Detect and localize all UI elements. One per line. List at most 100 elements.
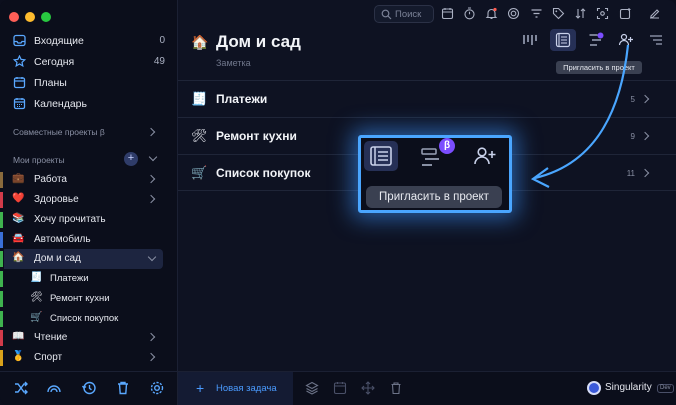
sort-icon[interactable]	[574, 7, 587, 20]
new-task-label: Новая задача	[216, 383, 277, 394]
calendar-icon[interactable]	[333, 381, 347, 395]
filter-icon[interactable]	[530, 7, 543, 20]
settings-icon[interactable]	[149, 380, 165, 396]
sidebar-item-calendar[interactable]: Календарь	[0, 94, 178, 114]
project-emoji: 🏠	[12, 252, 25, 263]
shared-projects-title[interactable]: Совместные проекты β	[13, 127, 105, 137]
invite-user-icon	[474, 147, 496, 165]
zoom-callout: β Пригласить в проект	[358, 135, 512, 213]
project-item-home-garden[interactable]: 🏠 Дом и сад	[0, 249, 163, 269]
focus-icon[interactable]	[507, 7, 520, 20]
layers-icon[interactable]	[305, 381, 319, 395]
sidebar-item-plans[interactable]: Планы	[0, 73, 178, 93]
subproject-label: Ремонт кухни	[50, 293, 110, 304]
chevron-right-icon[interactable]	[146, 174, 156, 184]
subproject-item-kitchen[interactable]: 🛠 Ремонт кухни	[0, 289, 168, 308]
project-item-reading[interactable]: 📖 Чтение	[0, 328, 168, 347]
sidebar-item-label: Входящие	[34, 35, 84, 47]
minimize-window-button[interactable]	[25, 12, 35, 22]
sidebar-item-count: 49	[153, 56, 165, 67]
project-label: Работа	[34, 174, 67, 185]
new-window-icon[interactable]	[619, 7, 632, 20]
logo-icon	[587, 381, 601, 395]
project-item-sport[interactable]: 🥇 Спорт	[0, 348, 168, 367]
zoom-invite-button	[467, 141, 503, 171]
project-color-bar	[0, 232, 3, 248]
chevron-down-icon[interactable]	[147, 252, 157, 262]
project-emoji: 🚘	[12, 233, 25, 244]
maximize-window-button[interactable]	[41, 12, 51, 22]
menu-icon[interactable]	[648, 32, 664, 48]
task-emoji: 🛒	[191, 165, 208, 180]
add-project-button[interactable]: +	[124, 152, 138, 166]
chevron-right-icon[interactable]	[146, 332, 156, 342]
chevron-right-icon[interactable]	[146, 352, 156, 362]
project-color-bar	[0, 192, 3, 208]
close-window-button[interactable]	[9, 12, 19, 22]
screenshot-icon[interactable]	[596, 7, 609, 20]
chevron-down-icon[interactable]	[148, 152, 158, 162]
star-icon	[13, 55, 26, 68]
calendar-icon[interactable]	[441, 7, 454, 20]
sync-icon[interactable]	[46, 380, 62, 396]
task-label: Список покупок	[216, 166, 311, 180]
shuffle-icon[interactable]	[13, 380, 29, 396]
pointer-arrow	[530, 44, 630, 188]
subproject-item-shopping[interactable]: 🛒 Список покупок	[0, 309, 168, 328]
subproject-emoji: 🛒	[30, 312, 43, 323]
sidebar: Входящие 0 Сегодня 49 Планы Календарь Со…	[0, 0, 178, 405]
project-item-car[interactable]: 🚘 Автомобиль	[0, 230, 168, 249]
project-color-bar	[0, 212, 3, 228]
search-icon	[381, 9, 392, 20]
sidebar-item-label: Сегодня	[34, 56, 75, 68]
project-item-health[interactable]: ❤️ Здоровье	[0, 190, 168, 209]
sidebar-item-today[interactable]: Сегодня 49	[0, 52, 178, 72]
chevron-right-icon[interactable]	[146, 127, 156, 137]
move-icon[interactable]	[361, 381, 375, 395]
chevron-right-icon	[640, 131, 650, 141]
trash-icon[interactable]	[389, 381, 403, 395]
project-item-work[interactable]: 💼 Работа	[0, 170, 168, 189]
subproject-label: Платежи	[50, 273, 89, 284]
plus-icon: +	[196, 380, 205, 396]
plans-icon	[13, 77, 26, 89]
task-emoji: 🛠	[191, 128, 208, 143]
calendar-icon	[13, 98, 26, 110]
subproject-label: Список покупок	[50, 313, 119, 324]
timer-icon[interactable]	[463, 7, 476, 20]
project-emoji: 💼	[12, 173, 25, 184]
project-emoji: ❤️	[12, 193, 25, 204]
project-item-to-read[interactable]: 📚 Хочу прочитать	[0, 210, 168, 229]
bell-icon[interactable]	[485, 7, 498, 20]
project-color-bar	[0, 311, 3, 327]
project-emoji: 📖	[12, 331, 25, 342]
chevron-right-icon[interactable]	[146, 194, 156, 204]
project-emoji: 🏠	[191, 34, 209, 50]
trash-icon[interactable]	[115, 380, 131, 396]
task-label: Платежи	[216, 92, 268, 106]
project-label: Спорт	[34, 352, 63, 363]
zoom-invite-tooltip: Пригласить в проект	[366, 186, 502, 208]
new-task-button[interactable]: + Новая задача	[178, 372, 293, 405]
beta-badge: β	[439, 138, 455, 154]
search-placeholder: Поиск	[395, 9, 422, 20]
subproject-item-payments[interactable]: 🧾 Платежи	[0, 269, 168, 288]
app-window: Входящие 0 Сегодня 49 Планы Календарь Со…	[0, 0, 676, 405]
bottom-bar: + Новая задача Singularity Dev	[178, 371, 676, 405]
sidebar-item-count: 0	[159, 35, 165, 46]
list-view-icon	[370, 146, 392, 166]
sidebar-item-inbox[interactable]: Входящие 0	[0, 31, 178, 51]
project-label: Здоровье	[34, 194, 79, 205]
zoom-list-view-button	[364, 141, 398, 171]
project-color-bar	[0, 291, 3, 307]
tag-icon[interactable]	[552, 7, 565, 20]
sidebar-item-label: Планы	[34, 77, 67, 89]
compose-icon[interactable]	[648, 7, 661, 20]
project-label: Хочу прочитать	[34, 214, 106, 225]
history-icon[interactable]	[81, 380, 97, 396]
page-title[interactable]: Дом и сад	[216, 32, 301, 52]
search-input[interactable]: Поиск	[374, 5, 434, 23]
project-note[interactable]: Заметка	[216, 58, 251, 68]
project-color-bar	[0, 271, 3, 287]
subproject-emoji: 🧾	[30, 272, 43, 283]
